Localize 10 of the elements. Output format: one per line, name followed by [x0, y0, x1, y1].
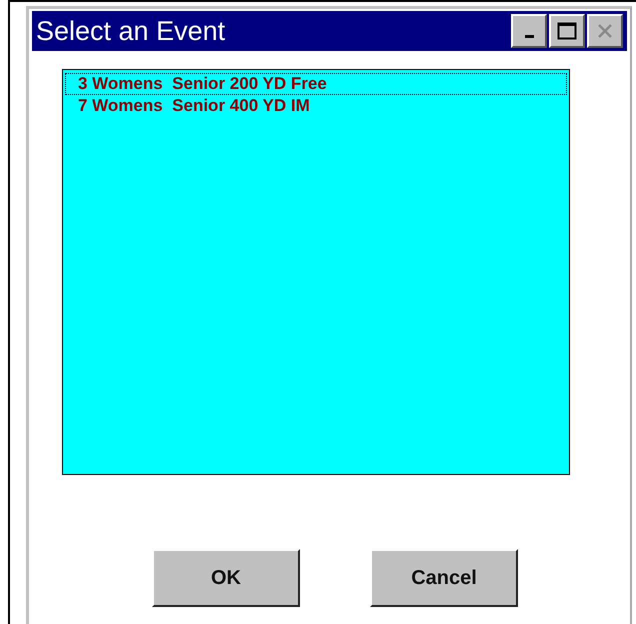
minimize-button[interactable]	[511, 14, 547, 48]
close-icon	[596, 23, 614, 39]
event-item[interactable]: 3 Womens Senior 200 YD Free	[65, 73, 567, 95]
window-title: Select an Event	[36, 16, 226, 46]
cancel-button[interactable]: Cancel	[370, 549, 518, 607]
event-item[interactable]: 7 Womens Senior 400 YD IM	[65, 95, 567, 117]
maximize-button[interactable]	[549, 14, 585, 48]
ok-button[interactable]: OK	[152, 549, 300, 607]
minimize-icon	[524, 34, 534, 38]
maximize-icon	[557, 22, 577, 40]
